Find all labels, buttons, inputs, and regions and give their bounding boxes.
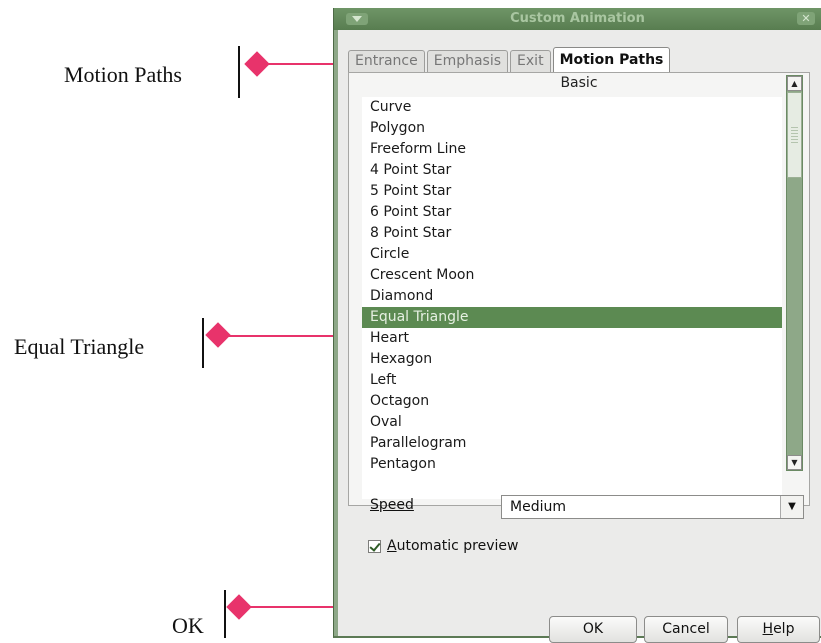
equal-triangle-callout-bar — [202, 318, 204, 368]
list-item[interactable]: Octagon — [362, 391, 782, 412]
section-header-basic: Basic — [560, 75, 598, 91]
list-item[interactable]: Parallelogram — [362, 433, 782, 454]
list-item[interactable]: Pentagon — [362, 454, 782, 475]
tab-bar: Entrance Emphasis Exit Motion Paths — [348, 47, 672, 72]
list-item[interactable]: Circle — [362, 244, 782, 265]
scroll-down-icon[interactable]: ▼ — [787, 455, 802, 470]
list-item[interactable]: Crescent Moon — [362, 265, 782, 286]
automatic-preview-label: Automatic preview — [387, 538, 519, 554]
equal-triangle-callout-label: Equal Triangle — [14, 334, 145, 359]
list-item[interactable]: Polygon — [362, 118, 782, 139]
list-item[interactable]: Equal Triangle — [362, 307, 782, 328]
tab-emphasis[interactable]: Emphasis — [426, 50, 509, 72]
speed-label-text: Speed — [370, 497, 414, 513]
motion-paths-panel: Basic Curve Polygon Freeform Line 4 Point S… — [348, 72, 810, 506]
list-scrollbar[interactable]: ▲ ▼ — [786, 75, 803, 471]
automatic-preview-checkbox[interactable] — [368, 539, 381, 553]
motion-paths-callout-line — [260, 63, 336, 65]
list-item[interactable]: 6 Point Star — [362, 202, 782, 223]
dialog-body: Entrance Emphasis Exit Motion Paths Basi… — [338, 30, 821, 643]
motion-path-list[interactable]: Curve Polygon Freeform Line 4 Point Star 5 P… — [362, 97, 782, 499]
list-item[interactable]: Heart — [362, 328, 782, 349]
tab-motion-paths[interactable]: Motion Paths — [552, 47, 671, 72]
scroll-up-icon[interactable]: ▲ — [787, 76, 802, 91]
list-item[interactable]: 4 Point Star — [362, 160, 782, 181]
list-item[interactable]: Freeform Line — [362, 139, 782, 160]
chevron-down-icon[interactable]: ▼ — [780, 496, 803, 518]
list-item[interactable]: Diamond — [362, 286, 782, 307]
list-item[interactable]: Left — [362, 370, 782, 391]
speed-label: Speed — [370, 497, 414, 513]
dialog-titlebar[interactable]: Custom Animation ✕ — [334, 8, 821, 30]
motion-paths-callout-bar — [238, 46, 240, 98]
list-item[interactable]: Curve — [362, 97, 782, 118]
dialog-title: Custom Animation — [510, 11, 645, 26]
equal-triangle-callout-line — [222, 335, 335, 337]
list-item[interactable]: 8 Point Star — [362, 223, 782, 244]
ok-callout-bar — [224, 590, 226, 638]
list-item[interactable]: Hexagon — [362, 349, 782, 370]
custom-animation-dialog: Custom Animation ✕ Entrance Emphasis Exi… — [333, 8, 821, 643]
automatic-preview-option[interactable]: Automatic preview — [368, 538, 518, 554]
tab-entrance[interactable]: Entrance — [348, 50, 425, 72]
tab-exit[interactable]: Exit — [510, 50, 551, 72]
ok-callout-label: OK — [172, 613, 204, 638]
close-icon[interactable]: ✕ — [797, 12, 815, 25]
speed-dropdown[interactable]: Medium ▼ — [501, 495, 804, 519]
motion-paths-callout-label: Motion Paths — [64, 62, 182, 87]
scroll-thumb[interactable] — [787, 92, 802, 178]
speed-value: Medium — [510, 499, 566, 515]
list-item[interactable]: 5 Point Star — [362, 181, 782, 202]
list-item[interactable]: Oval — [362, 412, 782, 433]
